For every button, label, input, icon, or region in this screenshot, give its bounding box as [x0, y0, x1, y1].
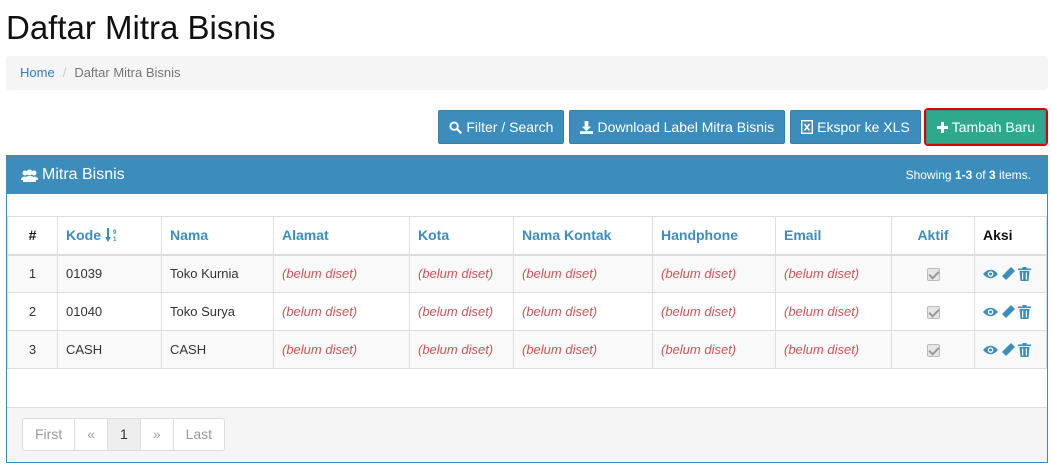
row-number: 3 — [7, 330, 58, 369]
summary-range: 1-3 — [954, 168, 973, 182]
cell-aksi — [974, 330, 1047, 369]
svg-text:1: 1 — [113, 237, 117, 242]
trash-icon[interactable] — [1018, 342, 1031, 357]
eye-icon[interactable] — [983, 344, 998, 356]
cell-email: (belum diset) — [775, 254, 892, 293]
eye-icon[interactable] — [983, 306, 998, 318]
cell-kota: (belum diset) — [409, 254, 514, 293]
cell-aktif — [891, 330, 975, 369]
cell-aktif — [891, 292, 975, 331]
cell-kota: (belum diset) — [409, 330, 514, 369]
breadcrumb-home-link[interactable]: Home — [20, 65, 55, 80]
pagination-prev[interactable]: « — [74, 418, 109, 451]
row-number: 2 — [7, 292, 58, 331]
download-icon — [580, 120, 594, 134]
breadcrumb-current: Daftar Mitra Bisnis — [74, 65, 181, 80]
filter-search-button[interactable]: Filter / Search — [438, 110, 565, 144]
panel-title: Mitra Bisnis — [21, 166, 125, 184]
panel-footer: First « 1 » Last — [7, 407, 1047, 462]
col-header-nama-kontak[interactable]: Nama Kontak — [513, 216, 653, 256]
cell-nama-kontak: (belum diset) — [513, 330, 653, 369]
pagination: First « 1 » Last — [22, 418, 226, 451]
cell-aktif — [891, 254, 975, 293]
mitra-table: # Kode 91 Nama Alamat Kota Nama Kontak H… — [7, 216, 1047, 369]
file-excel-icon — [801, 120, 814, 134]
col-header-handphone[interactable]: Handphone — [652, 216, 776, 256]
cell-kode: CASH — [57, 330, 162, 369]
download-label-button[interactable]: Download Label Mitra Bisnis — [569, 110, 786, 144]
panel-heading: Mitra Bisnis Showing 1-3 of 3 items. — [7, 156, 1047, 194]
summary-total: 3 — [988, 168, 996, 182]
table-row: 2 01040 Toko Surya (belum diset) (belum … — [7, 292, 1047, 331]
row-number: 1 — [7, 254, 58, 293]
col-header-email[interactable]: Email — [775, 216, 892, 256]
search-icon — [449, 120, 463, 134]
export-xls-label: Ekspor ke XLS — [817, 119, 910, 135]
cell-handphone: (belum diset) — [652, 292, 776, 331]
aktif-checkbox — [926, 268, 940, 282]
pencil-icon[interactable] — [1001, 304, 1015, 319]
table-header-row: # Kode 91 Nama Alamat Kota Nama Kontak H… — [7, 216, 1047, 256]
col-header-nama[interactable]: Nama — [161, 216, 274, 256]
cell-nama-kontak: (belum diset) — [513, 292, 653, 331]
col-header-aksi: Aksi — [974, 216, 1047, 256]
cell-kode: 01039 — [57, 254, 162, 293]
eye-icon[interactable] — [983, 268, 998, 280]
export-xls-button[interactable]: Ekspor ke XLS — [790, 110, 921, 144]
cell-kota: (belum diset) — [409, 292, 514, 331]
pagination-first[interactable]: First — [22, 418, 76, 451]
cell-handphone: (belum diset) — [652, 254, 776, 293]
cell-kode: 01040 — [57, 292, 162, 331]
breadcrumb: Home / Daftar Mitra Bisnis — [6, 56, 1048, 90]
cell-email: (belum diset) — [775, 330, 892, 369]
users-icon — [21, 169, 38, 182]
toolbar: Filter / Search Download Label Mitra Bis… — [438, 108, 1049, 146]
pencil-icon[interactable] — [1001, 342, 1015, 357]
add-new-label: Tambah Baru — [951, 119, 1035, 135]
cell-alamat: (belum diset) — [273, 330, 410, 369]
trash-icon[interactable] — [1018, 266, 1031, 281]
breadcrumb-separator: / — [62, 65, 67, 80]
pencil-icon[interactable] — [1001, 266, 1015, 281]
mitra-bisnis-panel: Mitra Bisnis Showing 1-3 of 3 items. # K… — [6, 155, 1048, 463]
panel-title-text: Mitra Bisnis — [42, 166, 125, 183]
cell-alamat: (belum diset) — [273, 254, 410, 293]
filter-search-label: Filter / Search — [466, 119, 554, 135]
items-summary: Showing 1-3 of 3 items. — [906, 168, 1031, 182]
pagination-page-1[interactable]: 1 — [107, 418, 141, 451]
col-header-aktif[interactable]: Aktif — [891, 216, 975, 256]
pagination-last[interactable]: Last — [172, 418, 226, 451]
col-header-number: # — [7, 216, 58, 256]
cell-nama: CASH — [161, 330, 274, 369]
trash-icon[interactable] — [1018, 304, 1031, 319]
col-header-alamat[interactable]: Alamat — [273, 216, 410, 256]
cell-nama: Toko Kurnia — [161, 254, 274, 293]
aktif-checkbox — [926, 344, 940, 358]
table-row: 3 CASH CASH (belum diset) (belum diset) … — [7, 330, 1047, 369]
sort-numeric-asc-icon: 91 — [104, 228, 117, 243]
kode-header-label: Kode — [66, 227, 101, 244]
aktif-checkbox — [926, 306, 940, 320]
cell-nama: Toko Surya — [161, 292, 274, 331]
col-header-kode[interactable]: Kode 91 — [57, 216, 162, 256]
table-row: 1 01039 Toko Kurnia (belum diset) (belum… — [7, 254, 1047, 293]
cell-nama-kontak: (belum diset) — [513, 254, 653, 293]
pagination-next[interactable]: » — [139, 418, 174, 451]
cell-aksi — [974, 292, 1047, 331]
cell-alamat: (belum diset) — [273, 292, 410, 331]
cell-aksi — [974, 254, 1047, 293]
svg-text:9: 9 — [113, 230, 117, 236]
summary-suffix: items. — [995, 168, 1031, 182]
cell-email: (belum diset) — [775, 292, 892, 331]
plus-icon — [936, 121, 948, 133]
download-label-text: Download Label Mitra Bisnis — [597, 119, 775, 135]
summary-mid: of — [972, 168, 989, 182]
page-title: Daftar Mitra Bisnis — [6, 9, 276, 46]
summary-prefix: Showing — [905, 168, 955, 182]
mitra-table-container: # Kode 91 Nama Alamat Kota Nama Kontak H… — [7, 216, 1047, 369]
col-header-kota[interactable]: Kota — [409, 216, 514, 256]
add-new-button[interactable]: Tambah Baru — [923, 108, 1049, 146]
cell-handphone: (belum diset) — [652, 330, 776, 369]
